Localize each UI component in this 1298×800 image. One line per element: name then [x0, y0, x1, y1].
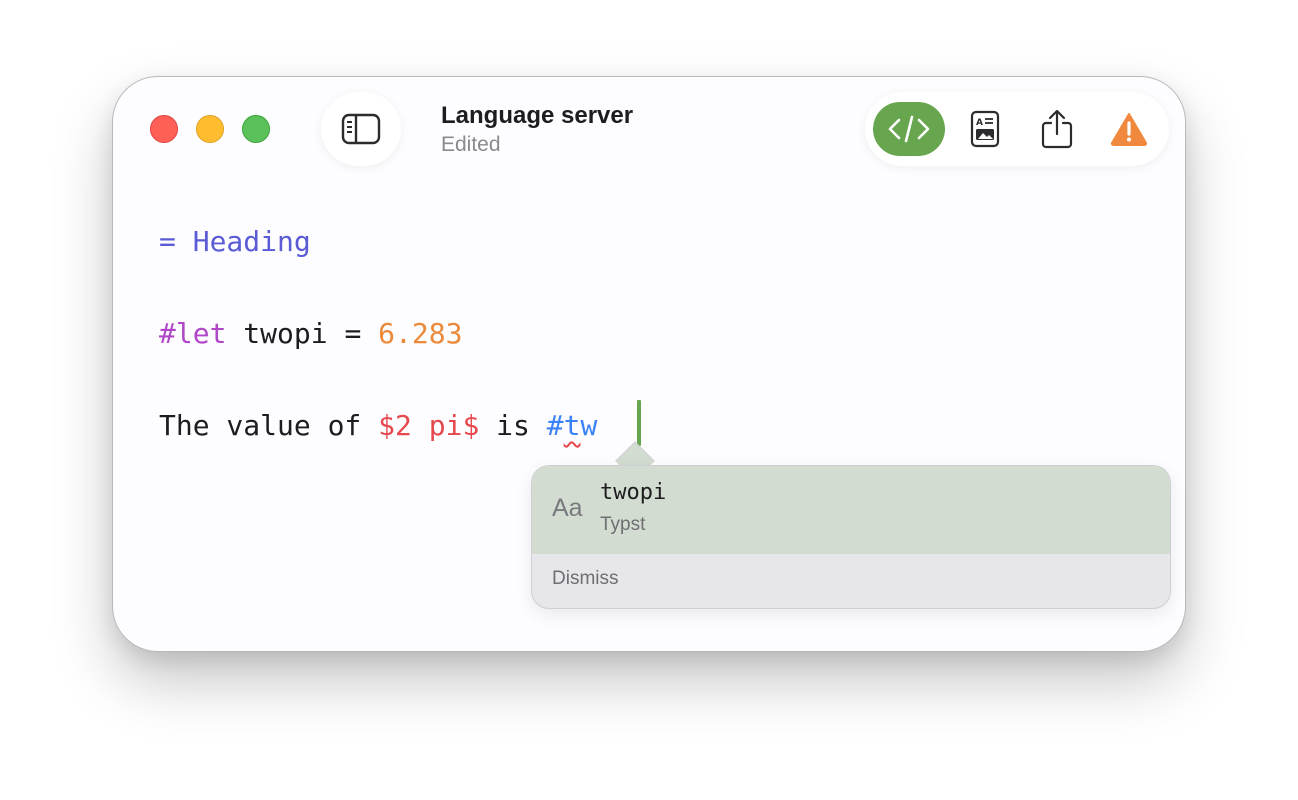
plain-text-2: is — [479, 409, 547, 442]
editor-line-3: The value of $2 pi$ is #tw — [159, 407, 597, 445]
warning-icon — [1110, 113, 1148, 146]
autocomplete-popup: Aa twopi Typst Dismiss — [531, 465, 1171, 609]
preview-button[interactable]: A — [957, 102, 1013, 156]
error-squiggle: t — [563, 409, 581, 442]
binding-name: twopi = — [226, 317, 379, 350]
editor-window: Language server Edited A = Heading #let … — [112, 76, 1186, 652]
typed-identifier: #tw — [546, 409, 598, 442]
heading-text: Heading — [192, 225, 311, 258]
sidebar-icon — [341, 113, 381, 145]
text-cursor — [637, 400, 641, 446]
svg-text:A: A — [976, 118, 983, 128]
code-view-button[interactable] — [873, 102, 945, 156]
code-icon — [888, 115, 930, 143]
toolbar: A — [865, 92, 1169, 166]
number-literal: 6.283 — [378, 317, 463, 350]
math-expression: $2 pi$ — [378, 409, 480, 442]
preview-document-icon: A — [970, 110, 1000, 148]
window-title-block: Language server Edited — [441, 101, 633, 159]
let-keyword: #let — [159, 317, 227, 350]
toggle-sidebar-button[interactable] — [321, 92, 401, 166]
maximize-window-button[interactable] — [242, 115, 270, 143]
dismiss-button[interactable]: Dismiss — [552, 568, 619, 590]
share-button[interactable] — [1029, 102, 1085, 156]
minimize-window-button[interactable] — [196, 115, 224, 143]
document-status: Edited — [441, 133, 501, 156]
editor-line-2: #let twopi = 6.283 — [159, 315, 462, 353]
diagnostics-button[interactable] — [1101, 102, 1157, 156]
heading-marker: = — [159, 225, 193, 258]
suggestion-name: twopi — [600, 480, 667, 505]
plain-text: The value of — [159, 409, 379, 442]
editor-line-1: = Heading — [159, 223, 311, 261]
text-kind-icon: Aa — [552, 494, 583, 522]
close-window-button[interactable] — [150, 115, 178, 143]
share-icon — [1041, 109, 1073, 149]
suggestion-source: Typst — [600, 514, 646, 535]
autocomplete-suggestion[interactable]: Aa twopi Typst — [532, 466, 1170, 554]
document-title: Language server — [441, 102, 634, 129]
